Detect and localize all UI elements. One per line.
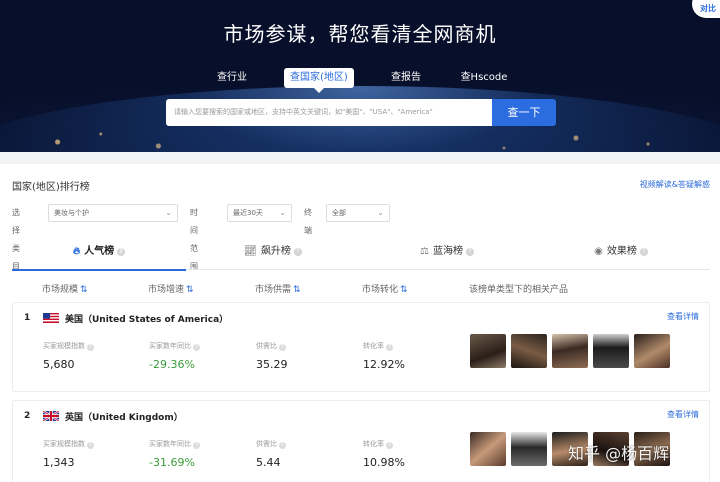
chevron-down-icon: ⌄	[279, 208, 286, 217]
help-link[interactable]: 视频解读&答疑解惑	[640, 179, 710, 190]
question-icon[interactable]: ?	[639, 248, 648, 256]
tab-label: 人气榜	[84, 246, 115, 257]
product-thumbnail[interactable]	[552, 334, 588, 368]
column-label: 市场供需	[255, 285, 292, 295]
question-icon[interactable]: ?	[465, 248, 474, 256]
tab-report[interactable]: 查报告	[386, 68, 426, 88]
metric-label: 买家规模指数?	[43, 341, 94, 351]
question-icon[interactable]: ?	[293, 248, 302, 256]
product-thumbnail[interactable]	[593, 334, 629, 368]
tab-label: 飙升榜	[260, 246, 291, 257]
tab-country[interactable]: 查国家(地区)	[284, 68, 354, 93]
compare-badge[interactable]: 对比	[692, 0, 720, 18]
product-thumbnail[interactable]	[470, 432, 506, 466]
question-icon: ?	[279, 344, 286, 351]
metric-label: 转化率?	[363, 341, 393, 351]
tab-label: 效果榜	[606, 246, 637, 257]
column-label: 市场转化	[362, 285, 399, 295]
tab-effect[interactable]: ◉ 效果榜?	[534, 240, 708, 270]
tab-blue-ocean[interactable]: ⚖ 蓝海榜?	[360, 240, 534, 270]
rank-number: 1	[24, 313, 31, 323]
question-icon: ?	[87, 344, 94, 351]
trend-icon: 📈︎	[244, 246, 257, 257]
metric-label: 买家规模指数?	[43, 439, 94, 449]
terminal-value: 全部	[332, 209, 346, 217]
tab-label: 蓝海榜	[432, 246, 463, 257]
section-title: 国家(地区)排行榜	[12, 182, 90, 193]
product-thumbnail[interactable]	[511, 334, 547, 368]
hero-banner: 市场参谋，帮您看清全网商机 查行业 查国家(地区) 查报告 查Hscode 请输…	[0, 0, 720, 152]
tab-rising[interactable]: 📈︎ 飙升榜?	[186, 240, 360, 270]
fire-icon: 🔥︎	[72, 246, 81, 257]
chevron-down-icon: ⌄	[165, 208, 172, 217]
sort-icon[interactable]: ⇅	[293, 285, 301, 295]
watermark-text: 知乎 @杨百辉	[568, 444, 670, 463]
tab-hscode[interactable]: 查Hscode	[459, 68, 509, 88]
product-thumbnail[interactable]	[634, 334, 670, 368]
category-select[interactable]: 美妆与个护 ⌄	[48, 204, 178, 222]
sort-icon[interactable]: ⇅	[400, 285, 408, 295]
rank-number: 2	[24, 411, 31, 421]
filter-label-terminal: 终端	[304, 208, 312, 235]
question-icon[interactable]: ?	[117, 248, 126, 256]
conversion-value: 12.92%	[363, 358, 405, 371]
view-details-link[interactable]: 查看详情	[667, 311, 699, 322]
buyer-yoy-value: -29.36%	[149, 358, 195, 371]
hero-tabs: 查行业 查国家(地区) 查报告 查Hscode	[0, 68, 720, 93]
search-input[interactable]: 请输入您要搜索的国家或地区，支持中英文关键词，如"美国"、"USA"、"Amer…	[166, 99, 492, 126]
scale-icon: ⚖	[420, 246, 429, 257]
buyer-index-value: 1,343	[43, 456, 75, 469]
time-select[interactable]: 最近30天 ⌄	[227, 204, 292, 222]
metric-label: 买家数年同比?	[149, 439, 200, 449]
question-icon: ?	[193, 442, 200, 449]
column-label: 市场增速	[148, 285, 185, 295]
supply-ratio-value: 35.29	[256, 358, 288, 371]
sort-icon[interactable]: ⇅	[80, 285, 88, 295]
metric-label: 转化率?	[363, 439, 393, 449]
column-header-growth[interactable]: 市场增速 ⇅	[148, 282, 194, 295]
eye-icon: ◉	[594, 246, 603, 257]
uk-flag-icon	[43, 411, 59, 421]
question-icon: ?	[386, 442, 393, 449]
metric-label: 买家数年同比?	[149, 341, 200, 351]
category-value: 美妆与个护	[54, 209, 89, 217]
buyer-index-value: 5,680	[43, 358, 75, 371]
product-thumbnail[interactable]	[511, 432, 547, 466]
metric-label: 供需比?	[256, 439, 286, 449]
buyer-yoy-value: -31.69%	[149, 456, 195, 469]
column-header-conversion[interactable]: 市场转化 ⇅	[362, 282, 408, 295]
ranking-tabs: 🔥︎ 人气榜? 📈︎ 飙升榜? ⚖ 蓝海榜? ◉ 效果榜?	[12, 240, 710, 271]
ranking-row[interactable]: 1 美国（United States of America） 查看详情 买家规模…	[12, 302, 710, 392]
country-name: 美国（United States of America）	[65, 315, 229, 325]
question-icon: ?	[87, 442, 94, 449]
metric-label: 供需比?	[256, 341, 286, 351]
country-name: 英国（United Kingdom）	[65, 413, 183, 423]
question-icon: ?	[193, 344, 200, 351]
tab-industry[interactable]: 查行业	[212, 68, 252, 88]
question-icon: ?	[386, 344, 393, 351]
supply-ratio-value: 5.44	[256, 456, 281, 469]
ranking-panel: 国家(地区)排行榜 视频解读&答疑解惑 选择类目 美妆与个护 ⌄ 时间范围 最近…	[0, 164, 720, 482]
sort-icon[interactable]: ⇅	[186, 285, 194, 295]
search-button[interactable]: 查一下	[492, 99, 556, 126]
hero-title: 市场参谋，帮您看清全网商机	[223, 22, 497, 46]
column-label: 市场规模	[42, 285, 79, 295]
conversion-value: 10.98%	[363, 456, 405, 469]
question-icon: ?	[279, 442, 286, 449]
time-value: 最近30天	[233, 209, 263, 217]
tab-popularity[interactable]: 🔥︎ 人气榜?	[12, 240, 186, 271]
column-header-scale[interactable]: 市场规模 ⇅	[42, 282, 88, 295]
column-header-products: 该榜单类型下的相关产品	[469, 285, 569, 295]
us-flag-icon	[43, 313, 59, 323]
column-header-supply[interactable]: 市场供需 ⇅	[255, 282, 301, 295]
view-details-link[interactable]: 查看详情	[667, 409, 699, 420]
product-thumbnail[interactable]	[470, 334, 506, 368]
terminal-select[interactable]: 全部 ⌄	[326, 204, 390, 222]
chevron-down-icon: ⌄	[377, 208, 384, 217]
